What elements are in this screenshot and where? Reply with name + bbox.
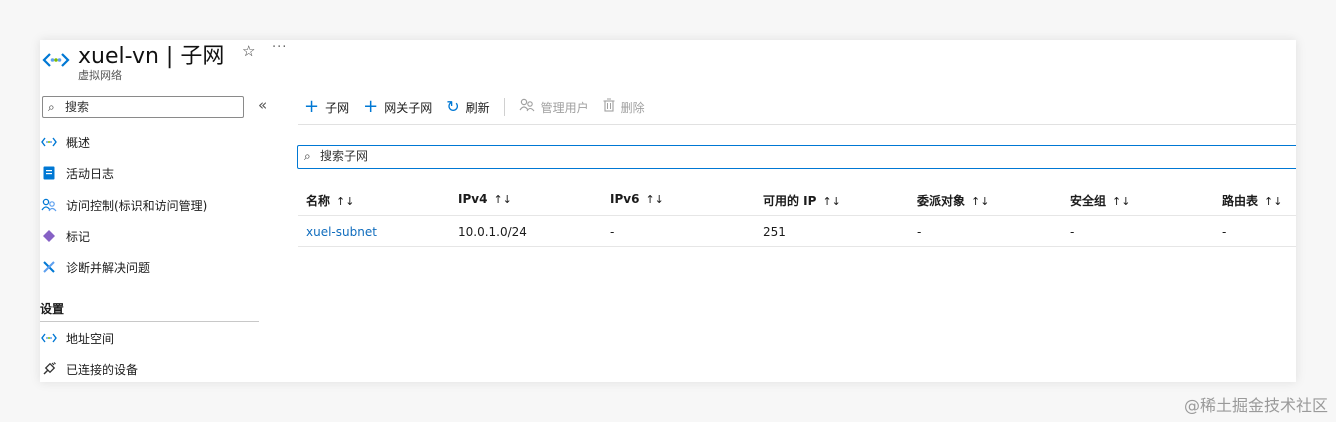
table-cell-ipv4: 10.0.1.0/24 bbox=[458, 225, 527, 239]
favorite-star-icon[interactable]: ☆ bbox=[242, 42, 255, 60]
add-gateway-subnet-button[interactable]: + 网关子网 bbox=[363, 98, 432, 116]
table-cell-route-table: - bbox=[1222, 225, 1227, 239]
sidebar-item-connected-devices[interactable]: 已连接的设备 bbox=[40, 358, 280, 380]
table-cell-available-ip: 251 bbox=[763, 225, 786, 239]
sidebar-item-overview[interactable]: 概述 bbox=[40, 131, 280, 153]
sort-icon: ↑↓ bbox=[493, 193, 512, 206]
column-header-name[interactable]: 名称 ↑↓ bbox=[306, 192, 354, 209]
sidebar-item-diagnose[interactable]: 诊断并解决问题 bbox=[40, 256, 280, 278]
sort-icon: ↑↓ bbox=[336, 195, 355, 208]
sort-icon: ↑↓ bbox=[1112, 195, 1131, 208]
sidebar-item-label: 活动日志 bbox=[66, 166, 115, 181]
column-header-label: IPv4 bbox=[458, 192, 488, 206]
trash-icon bbox=[603, 97, 615, 117]
command-bar: + 子网 + 网关子网 ↻ 刷新 管理用户 删除 bbox=[304, 96, 659, 118]
page-title: xuel-vn | 子网 bbox=[78, 44, 225, 69]
column-header-security-group[interactable]: 安全组 ↑↓ bbox=[1070, 192, 1130, 209]
column-header-delegation[interactable]: 委派对象 ↑↓ bbox=[917, 192, 989, 209]
vnet-icon bbox=[41, 134, 57, 150]
vnet-icon bbox=[41, 330, 57, 346]
sidebar-item-label: 访问控制(标识和访问管理) bbox=[66, 198, 208, 213]
delete-button[interactable]: 删除 bbox=[603, 97, 645, 117]
collapse-sidebar-button[interactable]: « bbox=[258, 96, 267, 114]
subnet-search-input[interactable]: ⌕ 搜索子网 bbox=[297, 145, 1296, 169]
sidebar-item-label: 已连接的设备 bbox=[66, 362, 139, 377]
toolbar-divider bbox=[503, 98, 505, 116]
column-header-label: IPv6 bbox=[610, 192, 640, 206]
sort-icon: ↑↓ bbox=[645, 193, 664, 206]
delete-label: 删除 bbox=[620, 100, 645, 115]
plug-icon bbox=[41, 361, 57, 377]
more-options-icon[interactable]: ··· bbox=[272, 40, 287, 55]
sidebar-item-label: 概述 bbox=[66, 135, 91, 150]
blade-header: xuel-vn | 子网 ☆ ··· 虚拟网络 bbox=[40, 40, 340, 90]
toolbar-divider-line bbox=[298, 124, 1296, 125]
people-icon bbox=[41, 197, 57, 213]
column-header-label: 路由表 bbox=[1222, 194, 1259, 208]
activity-log-icon bbox=[41, 165, 57, 181]
search-icon: ⌕ bbox=[48, 100, 55, 114]
column-header-label: 名称 bbox=[306, 194, 331, 208]
table-cell-delegation: - bbox=[917, 225, 922, 239]
column-header-ipv4[interactable]: IPv4 ↑↓ bbox=[458, 192, 512, 206]
sidebar-item-address-space[interactable]: 地址空间 bbox=[40, 327, 280, 349]
sidebar-search-input[interactable]: ⌕ 搜索 bbox=[42, 96, 244, 118]
table-header-divider bbox=[298, 215, 1296, 216]
sort-icon: ↑↓ bbox=[1264, 195, 1283, 208]
sidebar-item-access-control[interactable]: 访问控制(标识和访问管理) bbox=[40, 194, 280, 216]
sidebar-item-label: 诊断并解决问题 bbox=[66, 260, 151, 275]
sort-icon: ↑↓ bbox=[822, 195, 841, 208]
column-header-available-ip[interactable]: 可用的 IP ↑↓ bbox=[763, 192, 841, 209]
refresh-icon: ↻ bbox=[446, 97, 460, 116]
table-cell-ipv6: - bbox=[610, 225, 615, 239]
subnet-name-link[interactable]: xuel-subnet bbox=[306, 225, 377, 239]
column-header-route-table[interactable]: 路由表 ↑↓ bbox=[1222, 192, 1282, 209]
sidebar-section-settings: 设置 bbox=[40, 296, 259, 322]
plus-icon: + bbox=[363, 96, 379, 117]
wrench-icon bbox=[41, 259, 57, 275]
manage-users-label: 管理用户 bbox=[540, 100, 589, 115]
subnet-search-placeholder: 搜索子网 bbox=[320, 149, 369, 163]
column-header-label: 可用的 IP bbox=[763, 194, 817, 208]
manage-users-button[interactable]: 管理用户 bbox=[519, 98, 589, 117]
vnet-icon bbox=[42, 53, 70, 67]
refresh-label: 刷新 bbox=[465, 100, 490, 115]
sidebar-search-placeholder: 搜索 bbox=[65, 100, 90, 114]
tag-icon bbox=[41, 228, 57, 244]
add-subnet-button[interactable]: + 子网 bbox=[304, 98, 349, 116]
search-icon: ⌕ bbox=[304, 149, 311, 163]
refresh-button[interactable]: ↻ 刷新 bbox=[446, 98, 489, 116]
add-subnet-label: 子网 bbox=[325, 100, 350, 115]
plus-icon: + bbox=[304, 96, 320, 117]
sidebar-item-tags[interactable]: 标记 bbox=[40, 225, 280, 247]
blade-panel: xuel-vn | 子网 ☆ ··· 虚拟网络 ⌕ 搜索 « 概述 活动日志 访… bbox=[40, 40, 1296, 382]
table-row-divider bbox=[298, 246, 1296, 247]
sidebar-item-label: 地址空间 bbox=[66, 331, 115, 346]
add-gateway-subnet-label: 网关子网 bbox=[384, 100, 433, 115]
column-header-ipv6[interactable]: IPv6 ↑↓ bbox=[610, 192, 664, 206]
column-header-label: 安全组 bbox=[1070, 194, 1107, 208]
sidebar-item-activity-log[interactable]: 活动日志 bbox=[40, 162, 280, 184]
people-icon bbox=[519, 98, 535, 117]
page-subtitle: 虚拟网络 bbox=[78, 69, 122, 82]
sidebar-item-label: 标记 bbox=[66, 229, 91, 244]
sort-icon: ↑↓ bbox=[971, 195, 990, 208]
table-cell-security-group: - bbox=[1070, 225, 1075, 239]
watermark: @稀土掘金技术社区 bbox=[1183, 396, 1328, 415]
column-header-label: 委派对象 bbox=[917, 194, 966, 208]
